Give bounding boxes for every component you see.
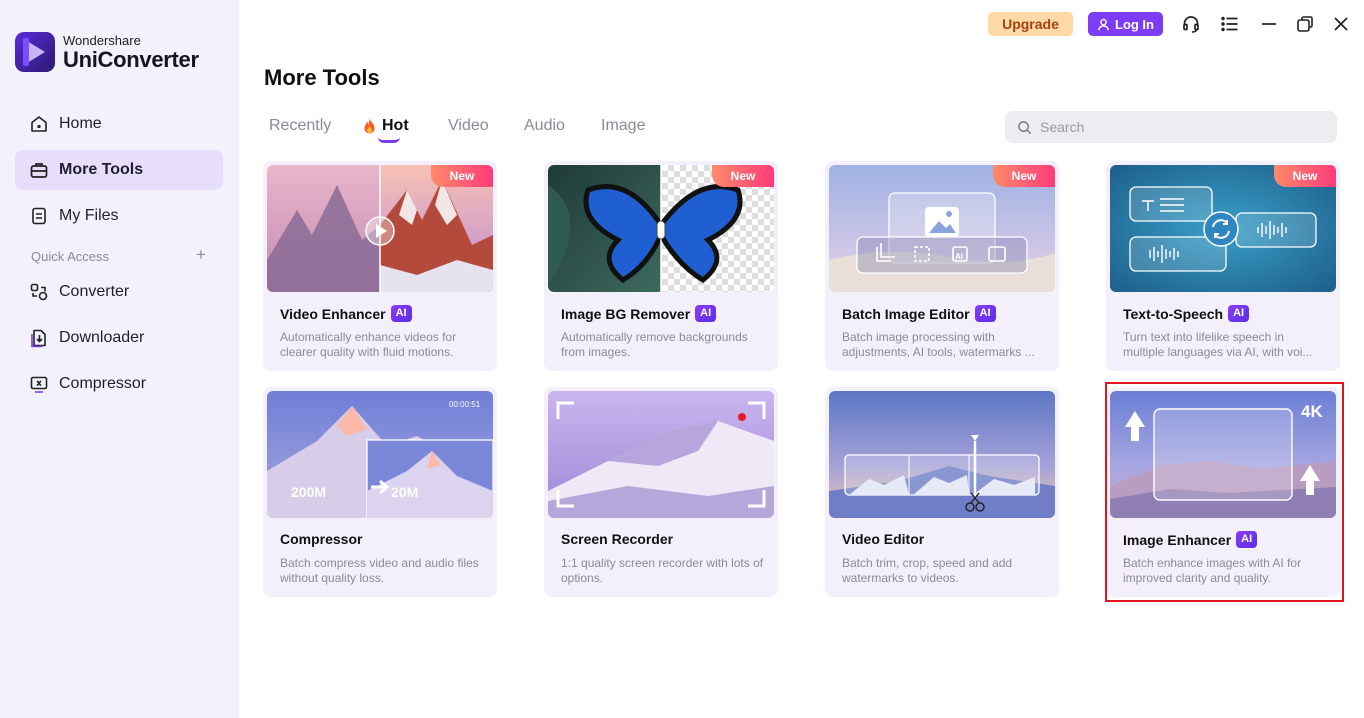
- active-tab-indicator: [378, 137, 400, 143]
- sidebar-item-converter[interactable]: Converter: [15, 272, 223, 312]
- video-editor-thumbnail: [829, 391, 1055, 518]
- tool-description: Batch image processing with adjustments,…: [842, 330, 1035, 359]
- ai-badge: AI: [695, 305, 717, 322]
- sidebar-item-downloader[interactable]: Downloader: [15, 318, 223, 358]
- tool-card-image-enhancer[interactable]: 4K Image Enhancer AI Batch enhance image…: [1106, 387, 1340, 597]
- quick-access-add-button[interactable]: +: [193, 245, 209, 265]
- brand: Wondershare UniConverter: [15, 32, 199, 72]
- menu-list-icon[interactable]: [1220, 14, 1240, 34]
- tool-card-compressor[interactable]: 00:00:51 200M 20M Compressor Batch compr…: [263, 387, 497, 597]
- ai-badge: AI: [1228, 305, 1250, 322]
- compressor-icon: [29, 374, 49, 394]
- new-badge: New: [1274, 165, 1336, 187]
- tool-description: Batch trim, crop, speed and add watermar…: [842, 556, 1013, 585]
- tool-title: Text-to-Speech: [1123, 305, 1224, 322]
- tool-title: Video Editor: [842, 531, 925, 547]
- tool-title: Video Enhancer: [280, 305, 386, 322]
- tool-card-video-enhancer[interactable]: New Video Enhancer AI Automatically enha…: [263, 161, 497, 371]
- tab-label: Hot: [382, 117, 409, 134]
- tool-description: Batch compress video and audio files wit…: [280, 556, 479, 585]
- sidebar-item-my-files[interactable]: My Files: [15, 196, 223, 236]
- svg-text:AI: AI: [955, 252, 963, 261]
- search-box: [1005, 111, 1337, 143]
- sidebar-item-label: Home: [59, 115, 102, 132]
- thumb-timecode: 00:00:51: [449, 400, 481, 409]
- sidebar-item-more-tools[interactable]: More Tools: [15, 150, 223, 190]
- home-icon: [29, 114, 49, 134]
- sidebar: Wondershare UniConverter Home More Tools…: [0, 0, 239, 718]
- tool-card-screen-recorder[interactable]: Screen Recorder 1:1 quality screen recor…: [544, 387, 778, 597]
- tool-card-batch-image-editor[interactable]: AI New Batch Image Editor AI Batch image…: [825, 161, 1059, 371]
- tool-card-video-editor[interactable]: Video Editor Batch trim, crop, speed and…: [825, 387, 1059, 597]
- flame-icon: [362, 118, 377, 135]
- tool-title: Batch Image Editor: [842, 305, 970, 322]
- file-icon: [29, 206, 49, 226]
- toolbox-icon: [29, 160, 49, 180]
- sidebar-item-home[interactable]: Home: [15, 104, 223, 144]
- brand-name: UniConverter: [63, 46, 199, 72]
- tool-title: Screen Recorder: [561, 531, 674, 547]
- upgrade-button[interactable]: Upgrade: [988, 12, 1073, 36]
- tool-card-image-bg-remover[interactable]: New Image BG Remover AI Automatically re…: [544, 161, 778, 371]
- sidebar-item-label: Downloader: [59, 329, 145, 346]
- tool-description: Automatically remove backgrounds from im…: [561, 330, 748, 359]
- tool-title: Compressor: [280, 531, 363, 547]
- sidebar-item-label: Compressor: [59, 375, 147, 392]
- thumb-size-to: 20M: [391, 484, 418, 500]
- screen-recorder-thumbnail: [548, 391, 774, 518]
- tool-description: Turn text into lifelike speech in multip…: [1123, 330, 1313, 359]
- downloader-icon: [29, 328, 49, 348]
- brand-sub: Wondershare: [63, 32, 141, 48]
- image-enhancer-thumbnail: 4K: [1110, 391, 1336, 518]
- tool-description: Batch enhance images with AI for improve…: [1123, 556, 1302, 585]
- new-badge: New: [712, 165, 774, 187]
- search-icon: [1018, 120, 1032, 134]
- tab-audio[interactable]: Audio: [524, 117, 565, 135]
- tab-image[interactable]: Image: [601, 117, 645, 135]
- login-label: Log In: [1115, 16, 1154, 32]
- quick-access-label: Quick Access: [31, 249, 110, 264]
- tool-description: 1:1 quality screen recorder with lots of…: [561, 556, 764, 585]
- tab-hot[interactable]: Hot: [362, 117, 409, 135]
- tool-title: Image BG Remover: [561, 305, 691, 322]
- tab-video[interactable]: Video: [448, 117, 489, 135]
- tool-title: Image Enhancer: [1123, 531, 1232, 548]
- ai-badge: AI: [1236, 531, 1258, 548]
- ai-badge: AI: [390, 305, 412, 322]
- new-badge: New: [993, 165, 1055, 187]
- search-input[interactable]: [1040, 119, 1320, 135]
- login-button[interactable]: Log In: [1088, 12, 1163, 36]
- compressor-thumbnail: 00:00:51 200M 20M: [267, 391, 493, 518]
- tool-description: Automatically enhance videos for clearer…: [280, 330, 457, 359]
- tab-recently[interactable]: Recently: [269, 117, 331, 135]
- minimize-icon[interactable]: [1259, 14, 1279, 34]
- thumb-resolution: 4K: [1301, 402, 1323, 421]
- sidebar-item-compressor[interactable]: Compressor: [15, 364, 223, 404]
- app-logo-icon: [15, 32, 55, 72]
- restore-window-icon[interactable]: [1295, 14, 1315, 34]
- app-window: Wondershare UniConverter Home More Tools…: [0, 0, 1364, 718]
- support-headset-icon[interactable]: [1181, 14, 1201, 34]
- user-icon: [1097, 18, 1110, 30]
- new-badge: New: [431, 165, 493, 187]
- page-title: More Tools: [264, 65, 380, 90]
- sidebar-item-label: My Files: [59, 207, 119, 224]
- ai-badge: AI: [974, 305, 996, 322]
- converter-icon: [29, 282, 49, 302]
- sidebar-item-label: More Tools: [59, 161, 144, 178]
- close-icon[interactable]: [1331, 14, 1351, 34]
- sidebar-item-label: Converter: [59, 283, 130, 300]
- tool-card-text-to-speech[interactable]: New Text-to-Speech AI Turn text into lif…: [1106, 161, 1340, 371]
- thumb-size-from: 200M: [291, 484, 326, 500]
